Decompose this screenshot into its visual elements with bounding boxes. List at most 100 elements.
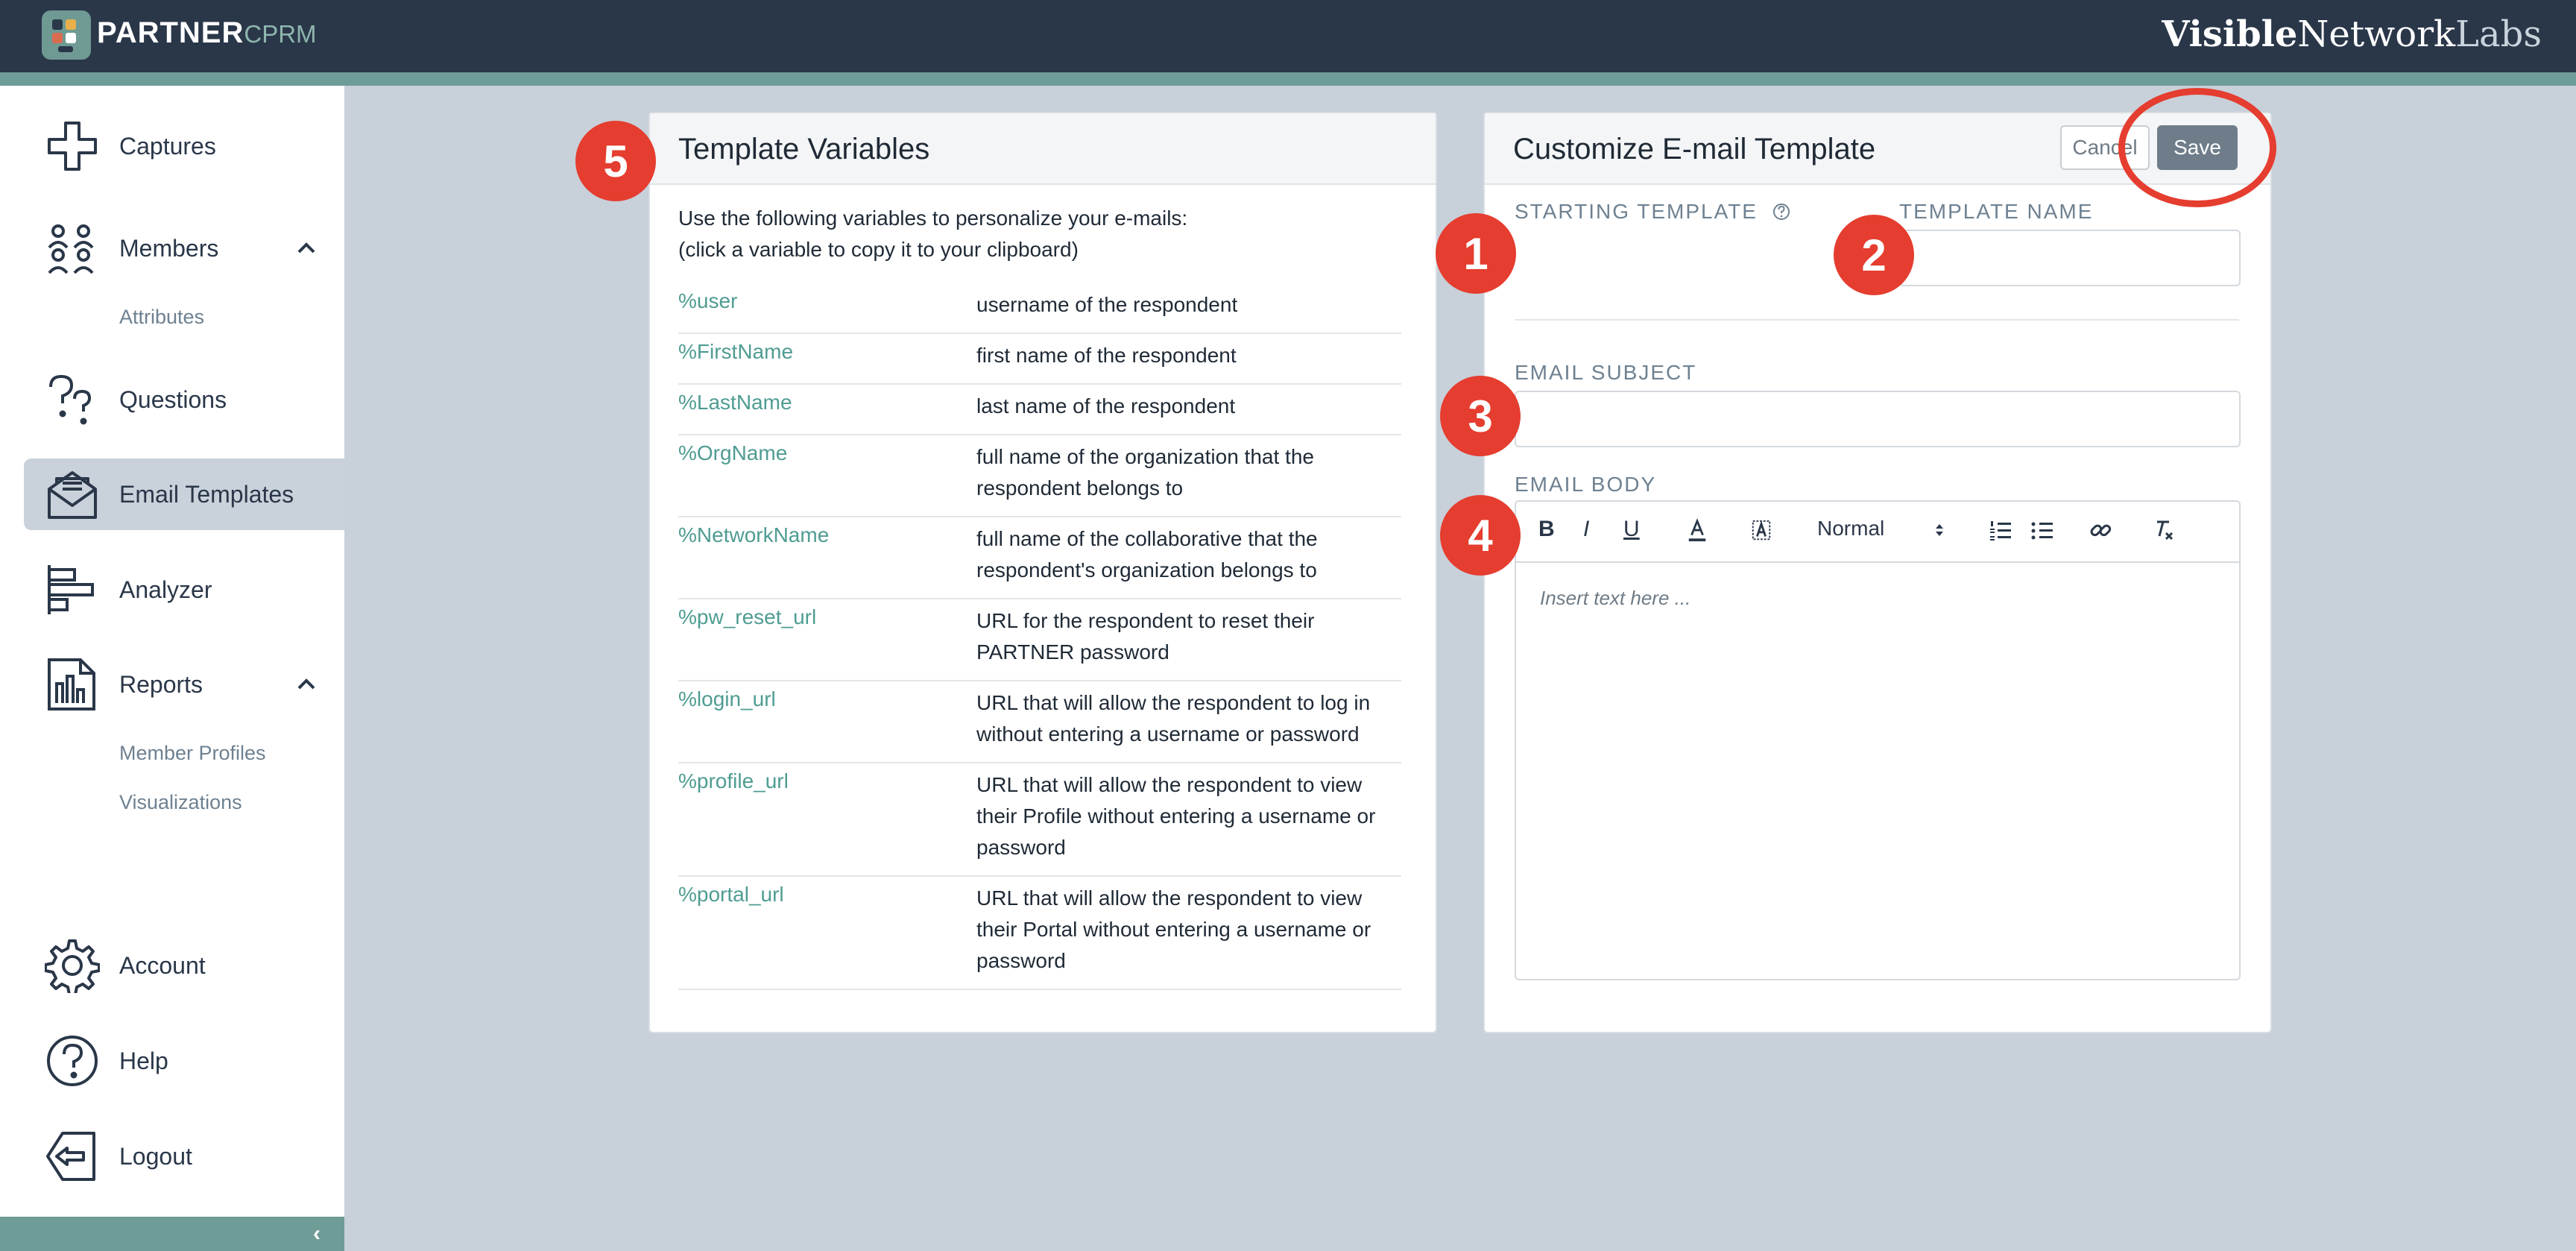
people-icon [48, 224, 94, 274]
annotation-badge-1: 1 [1436, 213, 1516, 294]
variable-row[interactable]: %login_url URL that will allow the respo… [678, 681, 1401, 763]
underline-button[interactable]: U [1623, 517, 1640, 542]
sidebar-subitem-visualizations[interactable]: Visualizations [119, 791, 242, 814]
sidebar-item-label: Logout [119, 1142, 192, 1170]
sidebar-item-captures[interactable]: Captures [24, 110, 344, 182]
brand-main: PARTNER [97, 16, 244, 49]
sidebar-item-label: Questions [119, 385, 227, 413]
variable-description: URL that will allow the respondent to vi… [976, 886, 1371, 972]
select-arrows-icon[interactable] [1933, 521, 1945, 539]
annotation-badge-2: 2 [1834, 215, 1914, 295]
text-color-icon[interactable] [1686, 518, 1708, 543]
variable-row[interactable]: %NetworkName full name of the collaborat… [678, 517, 1401, 599]
variable-name[interactable]: %NetworkName [678, 523, 829, 547]
bold-button[interactable]: B [1538, 517, 1555, 542]
sidebar-item-label: Help [119, 1047, 168, 1074]
gear-icon [45, 939, 100, 993]
cancel-button[interactable]: Cancel [2060, 125, 2150, 170]
italic-button[interactable]: I [1583, 517, 1589, 542]
envelope-icon [48, 471, 97, 519]
sidebar-item-label: Account [119, 951, 206, 979]
chevron-left-icon[interactable]: ‹ [313, 1221, 321, 1247]
sidebar-item-help[interactable]: Help [24, 1025, 344, 1097]
starting-template-select[interactable] [1515, 230, 1865, 286]
intro-line: (click a variable to copy it to your cli… [678, 238, 1079, 261]
variable-description: full name of the organization that the r… [976, 445, 1314, 500]
template-variables-panel: Template Variables Use the following var… [648, 112, 1437, 1033]
sidebar-item-label: Reports [119, 670, 203, 698]
plus-cross-icon [48, 122, 97, 171]
report-chart-icon [48, 658, 95, 710]
variable-row[interactable]: %OrgName full name of the organization t… [678, 435, 1401, 517]
chevron-up-icon[interactable] [295, 673, 318, 696]
panel-header: Template Variables [650, 113, 1436, 185]
vendor-logo: VisibleNetworkLabs [2162, 13, 2542, 55]
sidebar-item-analyzer[interactable]: Analyzer [24, 554, 344, 626]
intro-line: Use the following variables to personali… [678, 207, 1188, 230]
panel-title: Template Variables [678, 133, 930, 166]
ordered-list-icon[interactable] [1989, 520, 2012, 542]
chevron-up-icon[interactable] [295, 237, 318, 259]
variable-row[interactable]: %LastName last name of the respondent [678, 385, 1401, 435]
sidebar-item-email-templates[interactable]: Email Templates [24, 459, 344, 530]
starting-template-label: STARTING TEMPLATE [1515, 200, 1790, 224]
link-icon[interactable] [2089, 518, 2112, 542]
clear-formatting-icon[interactable] [2153, 518, 2176, 542]
background-color-icon[interactable] [1750, 518, 1772, 543]
template-name-label: TEMPLATE NAME [1899, 200, 2094, 223]
divider [1515, 319, 2239, 321]
variable-description: username of the respondent [976, 293, 1238, 316]
app-brand: PARTNERCPRM [97, 16, 317, 50]
sidebar-subitem-attributes[interactable]: Attributes [119, 306, 204, 329]
email-body-editor[interactable]: B I U Normal Insert text here ... [1515, 500, 2241, 980]
email-subject-label: EMAIL SUBJECT [1515, 361, 1697, 384]
email-body-label: EMAIL BODY [1515, 473, 1657, 496]
variable-description: full name of the collaborative that the … [976, 527, 1318, 582]
variable-description: URL that will allow the respondent to vi… [976, 773, 1376, 859]
variable-name[interactable]: %LastName [678, 391, 792, 415]
variable-description: URL for the respondent to reset their PA… [976, 609, 1315, 664]
variable-name[interactable]: %pw_reset_url [678, 605, 816, 629]
variable-row[interactable]: %portal_url URL that will allow the resp… [678, 877, 1401, 990]
question-marks-icon [49, 374, 92, 425]
variables-intro: Use the following variables to personali… [678, 203, 1187, 265]
email-subject-input[interactable] [1515, 391, 2241, 447]
annotation-badge-5: 5 [575, 121, 656, 201]
logout-icon [46, 1132, 95, 1181]
sidebar-item-members[interactable]: Members [24, 212, 344, 284]
variable-row[interactable]: %FirstName first name of the respondent [678, 334, 1401, 385]
variable-name[interactable]: %login_url [678, 687, 776, 711]
variable-name[interactable]: %OrgName [678, 441, 787, 465]
field-label-text: STARTING TEMPLATE [1515, 200, 1758, 223]
variable-row[interactable]: %pw_reset_url URL for the respondent to … [678, 599, 1401, 681]
accent-strip [0, 72, 2576, 86]
sidebar-item-questions[interactable]: Questions [24, 364, 344, 435]
body-placeholder: Insert text here ... [1540, 587, 1691, 609]
top-bar: PARTNERCPRM VisibleNetworkLabs [0, 0, 2576, 72]
sidebar-item-logout[interactable]: Logout [24, 1121, 344, 1192]
variable-name[interactable]: %portal_url [678, 883, 784, 907]
vendor-logo-part: Visible [2162, 13, 2298, 55]
sidebar-item-label: Captures [119, 132, 216, 160]
sidebar: Captures Members Attributes Questions Em… [0, 86, 344, 1251]
variable-row[interactable]: %user username of the respondent [678, 283, 1401, 334]
variable-name[interactable]: %profile_url [678, 769, 789, 793]
bullet-list-icon[interactable] [2030, 520, 2054, 542]
help-circle-icon[interactable] [1772, 203, 1790, 221]
variable-name[interactable]: %FirstName [678, 340, 793, 364]
variable-description: last name of the respondent [976, 394, 1236, 417]
template-name-input[interactable] [1899, 230, 2241, 286]
panel-title: Customize E-mail Template [1513, 133, 1876, 166]
sidebar-collapse-bar[interactable]: ‹ [0, 1217, 344, 1251]
sidebar-item-reports[interactable]: Reports [24, 649, 344, 720]
partner-logo-icon[interactable] [42, 10, 91, 60]
sidebar-item-label: Analyzer [119, 576, 212, 603]
sidebar-subitem-member-profiles[interactable]: Member Profiles [119, 742, 266, 765]
variable-name[interactable]: %user [678, 289, 737, 313]
annotation-badge-4: 4 [1440, 495, 1521, 576]
variable-row[interactable]: %profile_url URL that will allow the res… [678, 763, 1401, 877]
sidebar-item-account[interactable]: Account [24, 930, 344, 1001]
variable-description: first name of the respondent [976, 344, 1237, 367]
save-button[interactable]: Save [2157, 125, 2238, 170]
heading-select[interactable]: Normal [1817, 517, 1884, 541]
